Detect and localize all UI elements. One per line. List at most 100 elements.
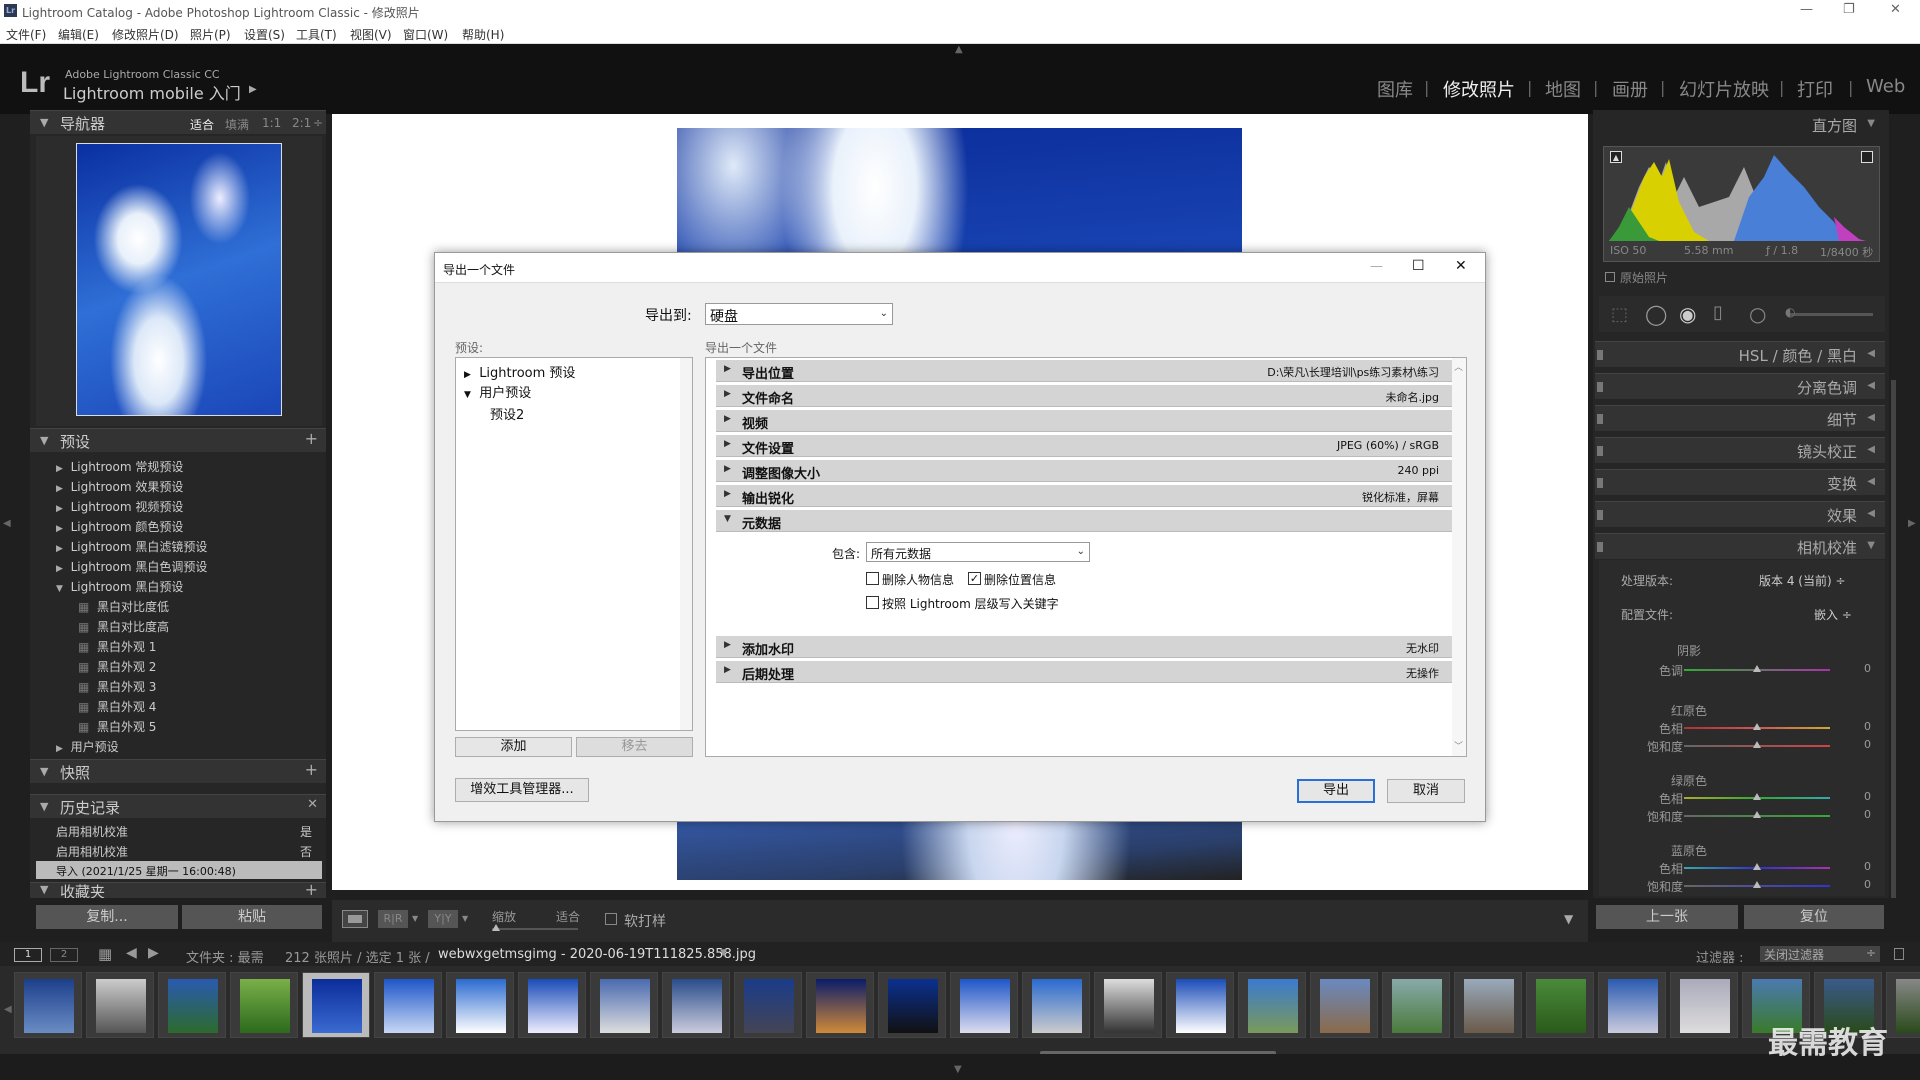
section-post-processing[interactable]: ▶ 后期处理 无操作 — [716, 661, 1453, 683]
lens-corrections-header[interactable]: 镜头校正 ◀ — [1595, 437, 1885, 463]
split-toning-header[interactable]: 分离色调 ◀ — [1595, 373, 1885, 399]
section-export-location[interactable]: ▶ 导出位置 D:\荣凡\长理培训\ps练习素材\练习 — [716, 360, 1453, 382]
preset-item[interactable]: ▦ 黑白对比度低 — [78, 598, 169, 615]
histogram[interactable]: ▲ ISO 50 5.58 mm ƒ / 1.8 1/8400 秒 — [1603, 146, 1880, 262]
remove-preset-button[interactable]: 移去 — [576, 737, 693, 757]
filmstrip-thumbnail[interactable] — [374, 972, 442, 1038]
preset-item[interactable]: ▦ 黑白外观 2 — [78, 658, 156, 675]
menu-file[interactable]: 文件(F) — [6, 26, 46, 43]
section-output-sharpening[interactable]: ▶ 输出锐化 锐化标准，屏幕 — [716, 485, 1453, 507]
filter-lock-icon[interactable] — [1894, 948, 1904, 960]
dialog-close-icon[interactable]: ✕ — [1455, 258, 1467, 274]
camera-calibration-header[interactable]: 相机校准 ▼ — [1595, 533, 1885, 559]
right-panel-scrollbar[interactable] — [1891, 380, 1896, 900]
preset-item[interactable]: ▦ 黑白外观 1 — [78, 638, 156, 655]
soft-proof-checkbox[interactable] — [605, 913, 617, 925]
menu-window[interactable]: 窗口(W) — [403, 26, 448, 43]
preset-tree-item[interactable]: ▶ Lightroom 预设 — [464, 362, 575, 381]
history-item-selected[interactable]: 导入 (2021/1/25 星期一 16:00:48) — [36, 861, 322, 879]
nav-1to1[interactable]: 1:1 — [262, 116, 281, 130]
filmstrip-thumbnail[interactable] — [446, 972, 514, 1038]
filmstrip-thumbnail[interactable] — [1382, 972, 1450, 1038]
dialog-maximize-icon[interactable]: ☐ — [1412, 258, 1425, 274]
module-develop[interactable]: 修改照片 — [1443, 76, 1515, 102]
red-eye-icon[interactable]: ◉ — [1679, 302, 1696, 326]
crop-tool-icon[interactable]: ⬚ — [1611, 304, 1628, 325]
previous-button[interactable]: 上一张 — [1596, 905, 1738, 929]
clear-history-icon[interactable]: ✕ — [307, 797, 318, 812]
effects-header[interactable]: 效果 ◀ — [1595, 501, 1885, 527]
detail-header[interactable]: 细节 ◀ — [1595, 405, 1885, 431]
preset-group[interactable]: ▶ Lightroom 黑白色调预设 — [56, 558, 207, 575]
spot-removal-icon[interactable]: ◯ — [1645, 302, 1667, 326]
copy-button[interactable]: 复制... — [36, 905, 178, 929]
reset-button[interactable]: 复位 — [1744, 905, 1884, 929]
history-item[interactable]: 启用相机校准 — [56, 823, 128, 840]
filmstrip-thumbnail[interactable] — [1886, 972, 1920, 1038]
add-snapshot-icon[interactable]: + — [305, 760, 318, 779]
include-select[interactable]: 所有元数据 ⌄ — [866, 542, 1090, 562]
filmstrip-thumbnail[interactable] — [1670, 972, 1738, 1038]
navigator-thumbnail[interactable] — [76, 143, 282, 416]
module-library[interactable]: 图库 — [1377, 76, 1413, 102]
presets-header[interactable]: ▼ 预设 + — [30, 428, 326, 452]
section-file-naming[interactable]: ▶ 文件命名 未命名.jpg — [716, 385, 1453, 407]
preset-group[interactable]: ▶ Lightroom 常规预设 — [56, 458, 183, 475]
filmstrip-thumbnail[interactable] — [1526, 972, 1594, 1038]
module-slideshow[interactable]: 幻灯片放映 — [1679, 76, 1769, 102]
collapse-right-icon[interactable]: ▶ — [1908, 518, 1916, 529]
filmstrip-thumbnail[interactable] — [734, 972, 802, 1038]
restore-icon[interactable]: ❐ — [1843, 2, 1855, 17]
filmstrip-thumbnail[interactable] — [950, 972, 1018, 1038]
preset-group-user[interactable]: ▶ 用户预设 — [56, 738, 119, 755]
page-1[interactable]: 1 — [14, 948, 42, 962]
highlight-clip-icon[interactable] — [1861, 151, 1873, 163]
minimize-icon[interactable]: — — [1800, 2, 1813, 17]
filmstrip-thumbnail[interactable] — [1022, 972, 1090, 1038]
section-watermark[interactable]: ▶ 添加水印 无水印 — [716, 636, 1453, 658]
folder-label[interactable]: 文件夹 : 最需 — [186, 947, 264, 966]
play-icon[interactable]: ▶ — [249, 84, 257, 95]
menu-develop[interactable]: 修改照片(D) — [112, 26, 179, 43]
dialog-minimize-icon[interactable]: — — [1370, 259, 1383, 274]
menu-help[interactable]: 帮助(H) — [462, 26, 504, 43]
add-preset-icon[interactable]: + — [305, 429, 318, 448]
filmstrip-thumbnail[interactable] — [1094, 972, 1162, 1038]
filmstrip-thumbnail[interactable] — [158, 972, 226, 1038]
preset-tree-item[interactable]: 预设2 — [490, 404, 524, 423]
preset-item[interactable]: ▦ 黑白外观 3 — [78, 678, 156, 695]
filmstrip-thumbnail[interactable] — [878, 972, 946, 1038]
nav-2to1[interactable]: 2:1 — [292, 116, 311, 130]
filmstrip-thumbnail[interactable] — [518, 972, 586, 1038]
filter-select[interactable]: 关闭过滤器 ÷ — [1760, 946, 1880, 962]
preset-group[interactable]: ▶ Lightroom 视频预设 — [56, 498, 183, 515]
export-button[interactable]: 导出 — [1297, 779, 1375, 803]
transform-header[interactable]: 变换 ◀ — [1595, 469, 1885, 495]
close-icon[interactable]: ✕ — [1890, 2, 1901, 17]
settings-scrollbar[interactable]: ︿ ﹀ — [1452, 358, 1466, 756]
paste-button[interactable]: 粘贴 — [182, 905, 322, 929]
filmstrip-thumbnail[interactable] — [230, 972, 298, 1038]
filmstrip-thumbnail[interactable] — [806, 972, 874, 1038]
section-video[interactable]: ▶ 视频 — [716, 410, 1453, 432]
history-item[interactable]: 启用相机校准 — [56, 843, 128, 860]
brand-line2[interactable]: Lightroom mobile 入门 — [63, 80, 241, 104]
section-image-sizing[interactable]: ▶ 调整图像大小 240 ppi — [716, 460, 1453, 482]
brush-slider[interactable] — [1789, 313, 1873, 316]
filmstrip-thumbnail[interactable] — [1454, 972, 1522, 1038]
radial-filter-icon[interactable]: ○ — [1749, 302, 1766, 326]
profile-select[interactable]: 嵌入 ÷ — [1814, 606, 1852, 623]
module-map[interactable]: 地图 — [1545, 76, 1581, 102]
remove-person-info-checkbox[interactable] — [866, 572, 879, 585]
snapshots-header[interactable]: ▼ 快照 + — [30, 759, 326, 783]
preset-tree-item[interactable]: ▼ 用户预设 — [464, 382, 531, 401]
grid-icon[interactable]: ▦ — [98, 945, 112, 963]
write-keywords-checkbox[interactable] — [866, 596, 879, 609]
history-header[interactable]: ▼ 历史记录 ✕ — [30, 794, 326, 818]
filmstrip-thumbnail[interactable] — [14, 972, 82, 1038]
preset-item[interactable]: ▦ 黑白对比度高 — [78, 618, 169, 635]
original-photo-checkbox[interactable] — [1605, 272, 1615, 282]
collections-header[interactable]: ▼ 收藏夹 + — [30, 882, 326, 898]
histogram-header[interactable]: 直方图 ▼ — [1595, 112, 1885, 138]
filmstrip-thumbnail[interactable] — [1598, 972, 1666, 1038]
